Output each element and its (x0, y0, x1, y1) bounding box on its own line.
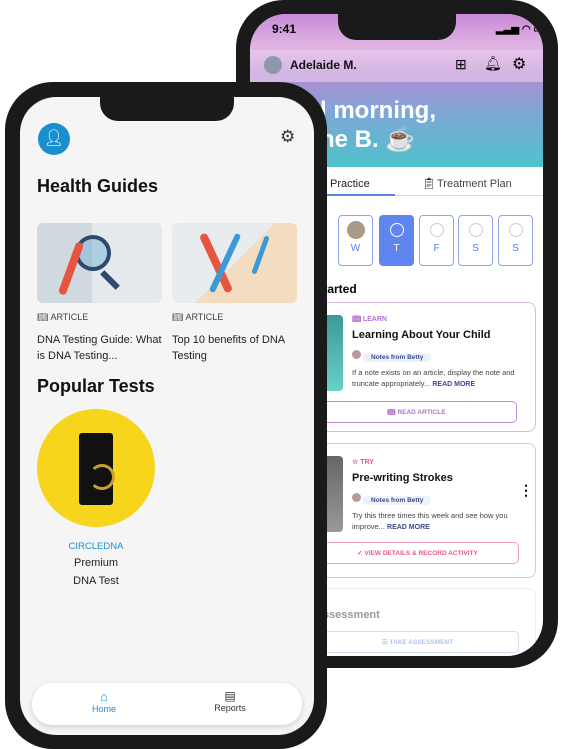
nav-reports[interactable]: ▤ Reports (200, 689, 260, 713)
button-label: READ ARTICLE (397, 409, 446, 416)
notes-from: Notes from Betty (363, 353, 432, 362)
popular-tests-title: Popular Tests (37, 376, 155, 396)
guide-card[interactable]: 📖︎ ARTICLE DNA Testing Guide: What is DN… (37, 223, 162, 364)
avatar[interactable] (264, 56, 282, 74)
bottom-nav: ⌂ Home ▤ Reports (32, 683, 302, 725)
read-more-link[interactable]: READ MORE (432, 381, 475, 388)
home-icon: ⌂ (100, 689, 108, 704)
profile-avatar-icon[interactable]: 👤︎ (38, 123, 70, 155)
take-assessment-button[interactable]: ☰ TAKE ASSESSMENT (316, 631, 519, 653)
guide-title: Top 10 benefits of DNA Testing (172, 334, 285, 362)
clipboard-icon: 📋︎ (422, 178, 436, 190)
read-article-button[interactable]: 📖︎ READ ARTICLE (316, 401, 517, 423)
bell-icon[interactable]: 🔔︎ (484, 55, 502, 72)
nav-label: Home (91, 704, 116, 714)
tag-text: TRY (360, 459, 374, 466)
day-label: W (350, 243, 361, 254)
nav-home[interactable]: ⌂ Home (74, 689, 134, 714)
test-name-line2: DNA Test (73, 575, 119, 587)
day-s2[interactable]: S (498, 215, 533, 266)
notch (100, 97, 234, 121)
greeting-line2: ne B. ☕ (320, 126, 416, 153)
tab-divider (395, 195, 543, 196)
day-label: S (472, 243, 479, 254)
front-phone: 👤︎ ⚙ Health Guides 📖︎ ARTICLE DNA Testin… (5, 82, 327, 749)
day-label: S (512, 243, 519, 254)
tag-text: ARTICLE (185, 312, 224, 322)
button-label: TAKE ASSESSMENT (389, 639, 454, 646)
guide-card[interactable]: 📖︎ ARTICLE Top 10 benefits of DNA Testin… (172, 223, 297, 364)
guide-image (172, 223, 297, 303)
day-label: F (433, 243, 440, 254)
test-product-image[interactable] (37, 409, 155, 527)
try-card: ☆ TRY Pre-writing Strokes Notes from Bet… (310, 443, 536, 578)
front-phone-screen: 👤︎ ⚙ Health Guides 📖︎ ARTICLE DNA Testin… (20, 97, 314, 735)
betty-avatar (352, 350, 361, 359)
status-time: 9:41 (272, 22, 297, 36)
grid-icon[interactable]: ⊞ (455, 56, 467, 73)
user-name: Adelaide M. (290, 58, 357, 72)
card-title: Learning About Your Child (352, 329, 491, 341)
greeting-line1: l morning, (320, 97, 436, 124)
guide-tag: 📖︎ ARTICLE (172, 312, 224, 322)
day-label: T (393, 243, 400, 254)
tag-text: ARTICLE (50, 312, 89, 322)
tag-text: LEARN (362, 316, 387, 323)
card-title: Pre-writing Strokes (352, 472, 453, 484)
read-more-link[interactable]: READ MORE (387, 524, 430, 531)
more-vertical-icon[interactable]: ⋮ (519, 482, 533, 499)
tab-practice[interactable]: Practice (330, 178, 370, 190)
day-w[interactable]: W (338, 215, 373, 266)
day-s[interactable]: S (458, 215, 493, 266)
button-label: VIEW DETAILS & RECORD ACTIVITY (364, 550, 478, 557)
nav-label: Reports (214, 703, 246, 713)
try-tag: ☆ TRY (352, 459, 374, 466)
day-f[interactable]: F (419, 215, 454, 266)
guide-tag: 📖︎ ARTICLE (37, 312, 89, 322)
test-brand: CIRCLEDNA (68, 541, 124, 552)
notes-from: Notes from Betty (363, 496, 432, 505)
health-guides-title: Health Guides (37, 176, 159, 196)
betty-avatar (352, 493, 361, 502)
status-icons: ▂▃▅ ◠ ▭ (496, 24, 543, 35)
gear-icon[interactable]: ⚙ (512, 54, 526, 74)
gear-icon[interactable]: ⚙ (280, 127, 295, 147)
learn-card: 📖︎ LEARN Learning About Your Child Notes… (310, 302, 536, 432)
assessment-card: CT Assessment ☰ TAKE ASSESSMENT (310, 588, 536, 656)
record-activity-button[interactable]: ✓ VIEW DETAILS & RECORD ACTIVITY (316, 542, 519, 564)
notch (338, 14, 456, 40)
guide-title: DNA Testing Guide: What is DNA Testing..… (37, 334, 162, 362)
reports-icon: ▤ (224, 689, 236, 703)
guide-image (37, 223, 162, 303)
tab-treatment-plan[interactable]: Treatment Plan (437, 178, 512, 190)
test-name-line1: Premium (73, 557, 118, 569)
day-t-selected[interactable]: T (379, 215, 414, 266)
learn-tag: 📖︎ LEARN (352, 316, 387, 323)
